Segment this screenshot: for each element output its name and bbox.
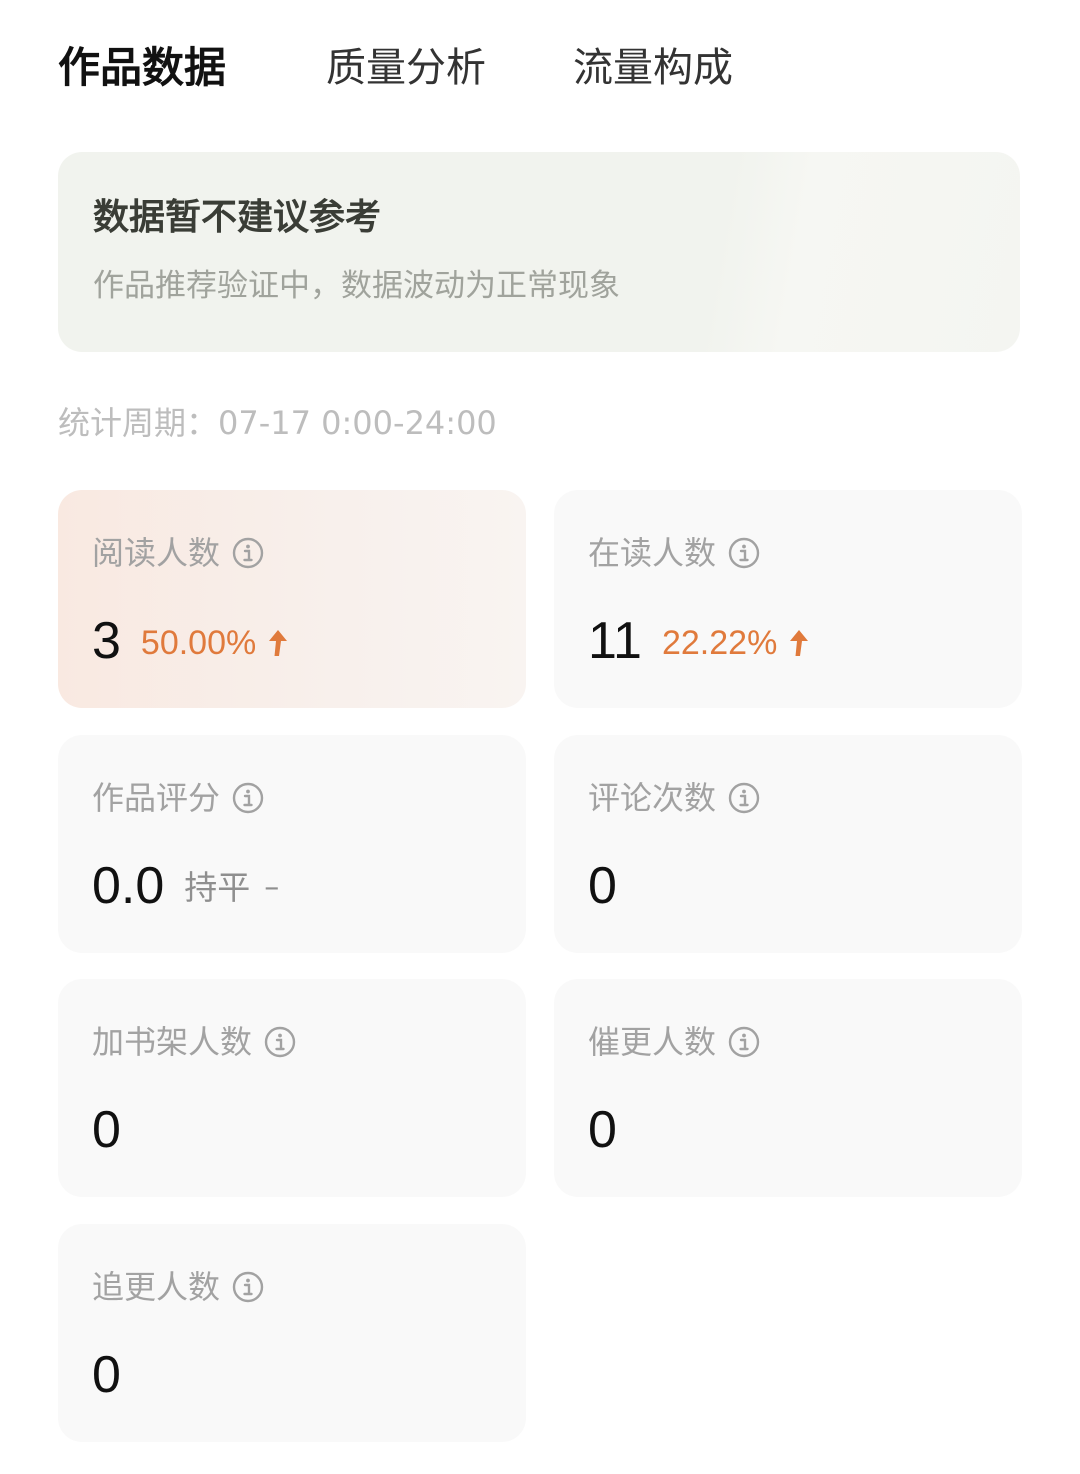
metric-card-readers[interactable]: 阅读人数 3 50.00% [58,490,526,708]
up-arrow-icon [790,630,809,656]
up-arrow-icon [269,630,288,656]
tab-work-data[interactable]: 作品数据 [58,36,226,100]
info-icon[interactable] [264,1026,296,1058]
notice-subtitle: 作品推荐验证中，数据波动为正常现象 [93,268,620,304]
stats-period: 统计周期：07-17 0:00-24:00 [58,404,497,442]
metric-label: 阅读人数 [92,534,221,572]
flat-dash: – [264,870,280,905]
metric-card-bookshelf[interactable]: 加书架人数 0 [58,979,526,1197]
info-icon[interactable] [232,537,264,569]
metric-card-current-readers[interactable]: 在读人数 11 22.22% [554,490,1022,708]
tab-traffic-composition[interactable]: 流量构成 [573,36,733,100]
metric-change: 50.00% [140,624,257,662]
metric-value: 11 [588,612,642,670]
info-icon[interactable] [728,782,760,814]
metric-label: 追更人数 [92,1268,221,1306]
tab-quality-analysis[interactable]: 质量分析 [326,36,486,100]
metric-card-comments[interactable]: 评论次数 0 [554,735,1022,953]
notice-banner: 数据暂不建议参考 作品推荐验证中，数据波动为正常现象 [58,152,1020,352]
metric-change: 22.22% [661,624,778,662]
metric-value: 3 [92,612,121,670]
metric-card-score[interactable]: 作品评分 0.0 持平 – [58,735,526,953]
metric-card-urge-update[interactable]: 催更人数 0 [554,979,1022,1197]
metric-value: 0 [92,1346,121,1404]
info-icon[interactable] [728,1026,760,1058]
notice-title: 数据暂不建议参考 [93,197,382,238]
info-icon[interactable] [232,1271,264,1303]
info-icon[interactable] [232,782,264,814]
metric-label: 加书架人数 [92,1023,253,1061]
info-icon[interactable] [728,537,760,569]
metric-label: 催更人数 [588,1023,717,1061]
page: 作品数据 质量分析 流量构成 数据暂不建议参考 作品推荐验证中，数据波动为正常现… [0,0,1080,1474]
metric-value: 0 [588,857,617,915]
metric-label: 评论次数 [588,779,717,817]
metric-value: 0 [588,1101,617,1159]
metric-change: 持平 [184,868,251,907]
metric-label: 在读人数 [588,534,717,572]
metric-value: 0.0 [92,857,165,915]
metric-value: 0 [92,1101,121,1159]
metric-card-followers[interactable]: 追更人数 0 [58,1224,526,1442]
metric-label: 作品评分 [92,779,221,817]
